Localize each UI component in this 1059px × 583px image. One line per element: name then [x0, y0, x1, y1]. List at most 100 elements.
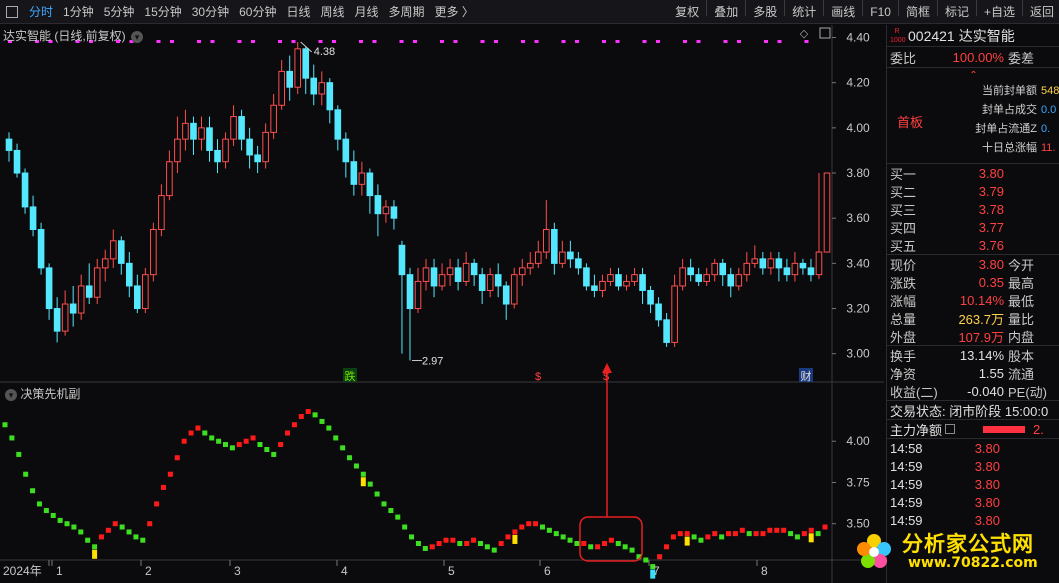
signal-dot — [642, 40, 647, 43]
tab-period-2[interactable]: 5分钟 — [99, 0, 140, 24]
toolbar-button-9[interactable]: 返回 — [1025, 0, 1059, 24]
stat-value: -0.040 — [967, 383, 1004, 399]
candle-body — [246, 138, 253, 156]
candle-body — [214, 149, 221, 163]
signal-dot — [170, 40, 174, 43]
tab-period-8[interactable]: 月线 — [350, 0, 384, 24]
tab-period-7[interactable]: 周线 — [315, 0, 349, 24]
tab-period-6[interactable]: 日线 — [281, 0, 315, 24]
y-tick-label: 3.20 — [846, 302, 870, 316]
main-flow-bar — [983, 425, 1026, 433]
osc-point — [140, 537, 146, 543]
x-tick-label: 2024年 — [3, 564, 42, 578]
tab-period-1[interactable]: 1分钟 — [58, 0, 99, 24]
osc-point — [312, 412, 318, 418]
bid-label: 买四 — [890, 220, 917, 236]
candle-body — [743, 262, 751, 276]
tick-row: 14:59 3.80 — [887, 475, 1059, 493]
signal-dot — [696, 40, 701, 43]
tab-period-10[interactable]: 更多 〉 — [430, 0, 479, 24]
candle-body — [414, 280, 422, 310]
osc-point — [739, 527, 745, 533]
seal-value: 548 — [1041, 85, 1059, 97]
toolbar-button-7[interactable]: 标记 — [940, 0, 974, 24]
stat-row: 涨跌 0.35 最高 — [887, 273, 1059, 291]
tab-period-4[interactable]: 30分钟 — [187, 0, 234, 24]
x-tick-label: 6 — [544, 564, 551, 578]
tab-period-9[interactable]: 多周期 — [384, 0, 430, 24]
candle-body — [534, 251, 542, 264]
candle-body — [615, 274, 622, 287]
osc-point — [160, 484, 166, 490]
kline-chart[interactable]: 4.40 4.20 4.00 3.80 3.60 3.40 3.20 3.00 4.38 2.97… — [0, 25, 884, 583]
toolbar-button-4[interactable]: 画线 — [826, 0, 860, 24]
chevron-down-icon[interactable]: ▾ — [131, 31, 144, 43]
bid-label: 买五 — [890, 238, 917, 254]
candle-body — [583, 267, 590, 287]
candle-body — [125, 262, 133, 287]
tab-period-3[interactable]: 15分钟 — [139, 0, 186, 24]
toolbar-button-2[interactable]: 多股 — [748, 0, 782, 24]
osc-point — [788, 531, 794, 537]
osc-point — [64, 521, 70, 527]
tab-period-5[interactable]: 60分钟 — [234, 0, 281, 24]
osc-point — [353, 463, 359, 469]
toolbar-button-6[interactable]: 简框 — [901, 0, 935, 24]
list-icon[interactable] — [945, 424, 956, 434]
bid-price: 3.76 — [978, 237, 1004, 253]
stat-row: 换手 13.14% 股本 — [887, 346, 1059, 364]
candle-body — [430, 267, 438, 287]
toolbar-button-0[interactable]: 复权 — [670, 0, 704, 24]
y-tick-label: 3.00 — [846, 347, 870, 361]
osc-point — [167, 471, 173, 477]
candle-body — [61, 303, 69, 332]
seal-value: 11. — [1041, 142, 1056, 154]
stat-label: 换手 — [890, 348, 917, 364]
toolbar-button-8[interactable]: +自选 — [979, 0, 1020, 24]
bid-row[interactable]: 买五 3.76 — [887, 236, 1059, 254]
bid-row[interactable]: 买三 3.78 — [887, 200, 1059, 218]
bid-row[interactable]: 买一 3.80 — [887, 164, 1059, 182]
osc-point — [147, 521, 153, 527]
stat-label-2: 内盘 — [1008, 329, 1035, 345]
osc-point — [402, 524, 408, 530]
candle-body — [703, 274, 711, 282]
osc-point — [264, 446, 270, 452]
toolbar-button-1[interactable]: 叠加 — [709, 0, 743, 24]
tab-period-0[interactable]: 分时 — [24, 0, 58, 24]
main-flow-label: 主力净额 — [890, 422, 943, 438]
osc-point — [588, 544, 594, 550]
stat-row: 净资 1.55 流通 — [887, 364, 1059, 382]
bid-row[interactable]: 买四 3.77 — [887, 218, 1059, 236]
candle-body — [358, 172, 366, 185]
candle-body — [302, 48, 310, 79]
weibi-label: 委比 — [890, 50, 917, 66]
osc-point — [133, 534, 139, 540]
candle-body — [374, 195, 382, 215]
stat-row: 外盘 107.9万 内盘 — [887, 327, 1059, 345]
seal-box: ⌃ 当前封单额 548 封单占成交 0.0 封单占流通Z 0. 十日总涨幅 11. 首板 — [887, 68, 1059, 164]
x-tick-label: 3 — [234, 564, 241, 578]
seal-line-0: 当前封单额 548 — [982, 82, 1059, 98]
high-label: 4.38 — [314, 46, 335, 58]
toolbar-button-3[interactable]: 统计 — [787, 0, 821, 24]
candle-body — [695, 274, 702, 282]
chart-area[interactable]: 4.40 4.20 4.00 3.80 3.60 3.40 3.20 3.00 4.38 2.97… — [0, 25, 884, 583]
candle-body — [29, 206, 37, 230]
candle-body — [438, 274, 446, 287]
marker-label: 财 — [801, 369, 812, 383]
bid-price: 3.77 — [978, 219, 1004, 235]
candle-body — [775, 258, 783, 269]
bid-row[interactable]: 买二 3.79 — [887, 182, 1059, 200]
osc-point — [367, 481, 373, 487]
candle-body — [53, 308, 61, 332]
main-chart-title: 达实智能 (日线,前复权) ▾ — [3, 27, 144, 44]
window-icon[interactable] — [6, 5, 18, 18]
toolbar-button-5[interactable]: F10 — [865, 0, 896, 24]
collapse-icon[interactable]: ⌃ — [887, 70, 1059, 81]
bid-label: 买一 — [890, 166, 917, 182]
stock-name: 达实智能 — [958, 27, 1015, 44]
sub-chart-title-text: 决策先机副 — [20, 387, 81, 401]
chevron-down-icon[interactable]: ▾ — [5, 389, 17, 401]
candle-body — [158, 195, 165, 230]
